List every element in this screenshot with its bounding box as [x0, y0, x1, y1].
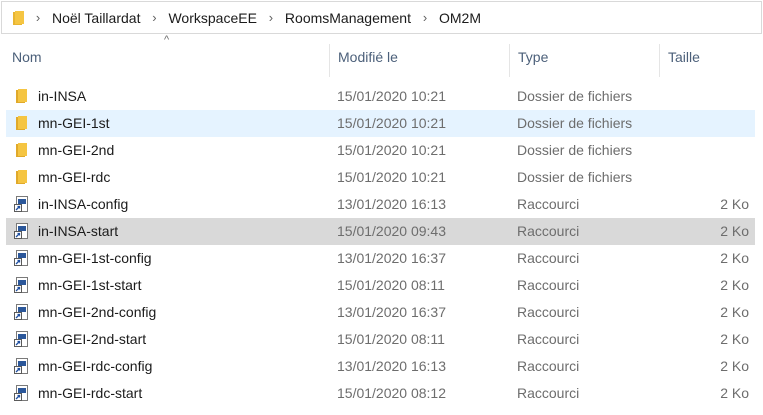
file-name: mn-GEI-2nd-config: [38, 304, 157, 320]
file-name: mn-GEI-1st-start: [38, 277, 142, 293]
file-row[interactable]: mn-GEI-rdc-config 13/01/2020 16:13 Raccour…: [6, 353, 755, 380]
file-modified: 13/01/2020 16:13: [337, 358, 446, 374]
column-header: Nom ^ Modifié le Type Taille: [0, 34, 763, 77]
address-bar[interactable]: › Noël Taillardat › WorkspaceEE › RoomsM…: [1, 1, 762, 34]
file-size: 2 Ko: [720, 277, 749, 293]
file-row[interactable]: mn-GEI-rdc-start 15/01/2020 08:12 Raccourc…: [6, 380, 755, 407]
column-header-type[interactable]: Type: [510, 36, 660, 77]
file-type: Raccourci: [517, 196, 580, 212]
file-name: mn-GEI-1st-config: [38, 250, 152, 266]
file-type: Raccourci: [517, 385, 580, 401]
file-size: 2 Ko: [720, 331, 749, 347]
file-size: 2 Ko: [720, 223, 749, 239]
shortcut-icon: [14, 358, 30, 374]
chevron-right-icon[interactable]: ›: [26, 10, 50, 25]
column-size-label: Taille: [668, 48, 700, 65]
file-row[interactable]: mn-GEI-2nd-config 13/01/2020 16:37 Raccour…: [6, 299, 755, 326]
breadcrumb-segment[interactable]: Noël Taillardat: [50, 10, 142, 26]
file-name: mn-GEI-2nd: [38, 142, 115, 158]
file-modified: 13/01/2020 16:37: [337, 250, 446, 266]
file-modified: 15/01/2020 08:12: [337, 385, 446, 401]
file-modified: 13/01/2020 16:13: [337, 196, 446, 212]
folder-icon: [14, 88, 30, 104]
shortcut-icon: [14, 250, 30, 266]
file-name: in-INSA: [38, 88, 87, 104]
file-type: Dossier de fichiers: [517, 142, 633, 158]
file-modified: 15/01/2020 10:21: [337, 169, 446, 185]
column-name-label: Nom: [12, 48, 42, 65]
chevron-right-icon[interactable]: ›: [413, 10, 437, 25]
file-type: Raccourci: [517, 304, 580, 320]
file-row[interactable]: mn-GEI-2nd 15/01/2020 10:21 Dossier de fic…: [6, 137, 755, 164]
shortcut-icon: [14, 277, 30, 293]
shortcut-icon: [14, 304, 30, 320]
file-name: mn-GEI-1st: [38, 115, 110, 131]
folder-icon: [12, 10, 26, 26]
column-header-modified[interactable]: Modifié le: [330, 36, 510, 77]
file-row[interactable]: mn-GEI-1st-config 13/01/2020 16:37 Raccour…: [6, 245, 755, 272]
chevron-right-icon[interactable]: ›: [142, 10, 166, 25]
shortcut-icon: [14, 196, 30, 212]
file-modified: 15/01/2020 10:21: [337, 142, 446, 158]
folder-icon: [14, 115, 30, 131]
file-modified: 15/01/2020 10:21: [337, 88, 446, 104]
folder-icon: [14, 169, 30, 185]
file-modified: 15/01/2020 08:11: [337, 331, 445, 347]
chevron-right-icon[interactable]: ›: [259, 10, 283, 25]
file-explorer-window: › Noël Taillardat › WorkspaceEE › RoomsM…: [0, 0, 763, 415]
file-size: 2 Ko: [720, 196, 749, 212]
file-row[interactable]: in-INSA-start 15/01/2020 09:43 Raccourci 2 …: [6, 218, 755, 245]
file-name: in-INSA-start: [38, 223, 119, 239]
file-name: mn-GEI-rdc: [38, 169, 111, 185]
file-type: Dossier de fichiers: [517, 115, 633, 131]
shortcut-icon: [14, 385, 30, 401]
column-type-label: Type: [518, 48, 549, 65]
column-header-name[interactable]: Nom ^: [4, 34, 330, 77]
file-modified: 15/01/2020 09:43: [337, 223, 446, 239]
file-size: 2 Ko: [720, 304, 749, 320]
sort-ascending-icon: ^: [164, 34, 170, 46]
file-name: mn-GEI-2nd-start: [38, 331, 147, 347]
file-modified: 15/01/2020 10:21: [337, 115, 446, 131]
file-row[interactable]: mn-GEI-1st-start 15/01/2020 08:11 Raccourc…: [6, 272, 755, 299]
column-header-size[interactable]: Taille: [660, 36, 760, 77]
file-row[interactable]: in-INSA-config 13/01/2020 16:13 Raccourci 2…: [6, 191, 755, 218]
file-name: mn-GEI-rdc-start: [38, 385, 143, 401]
breadcrumb-segment[interactable]: RoomsManagement: [283, 10, 413, 26]
file-type: Raccourci: [517, 358, 580, 374]
file-row[interactable]: mn-GEI-rdc 15/01/2020 10:21 Dossier de fic…: [6, 164, 755, 191]
file-name: mn-GEI-rdc-config: [38, 358, 153, 374]
folder-icon: [14, 142, 30, 158]
breadcrumb-segment[interactable]: WorkspaceEE: [166, 10, 258, 26]
column-modified-label: Modifié le: [338, 48, 398, 65]
shortcut-icon: [14, 331, 30, 347]
shortcut-icon: [14, 223, 30, 239]
file-modified: 15/01/2020 08:11: [337, 277, 445, 293]
file-type: Raccourci: [517, 223, 580, 239]
file-type: Raccourci: [517, 277, 580, 293]
file-type: Dossier de fichiers: [517, 88, 633, 104]
file-type: Raccourci: [517, 331, 580, 347]
file-type: Raccourci: [517, 250, 580, 266]
file-size: 2 Ko: [720, 385, 749, 401]
file-row[interactable]: mn-GEI-2nd-start 15/01/2020 08:11 Raccourc…: [6, 326, 755, 353]
file-name: in-INSA-config: [38, 196, 129, 212]
file-modified: 13/01/2020 16:37: [337, 304, 446, 320]
file-size: 2 Ko: [720, 250, 749, 266]
file-type: Dossier de fichiers: [517, 169, 633, 185]
file-size: 2 Ko: [720, 358, 749, 374]
file-row[interactable]: mn-GEI-1st 15/01/2020 10:21 Dossier de fic…: [6, 110, 755, 137]
file-row[interactable]: in-INSA 15/01/2020 10:21 Dossier de fichie…: [6, 83, 755, 110]
breadcrumb-segment[interactable]: OM2M: [437, 10, 483, 26]
